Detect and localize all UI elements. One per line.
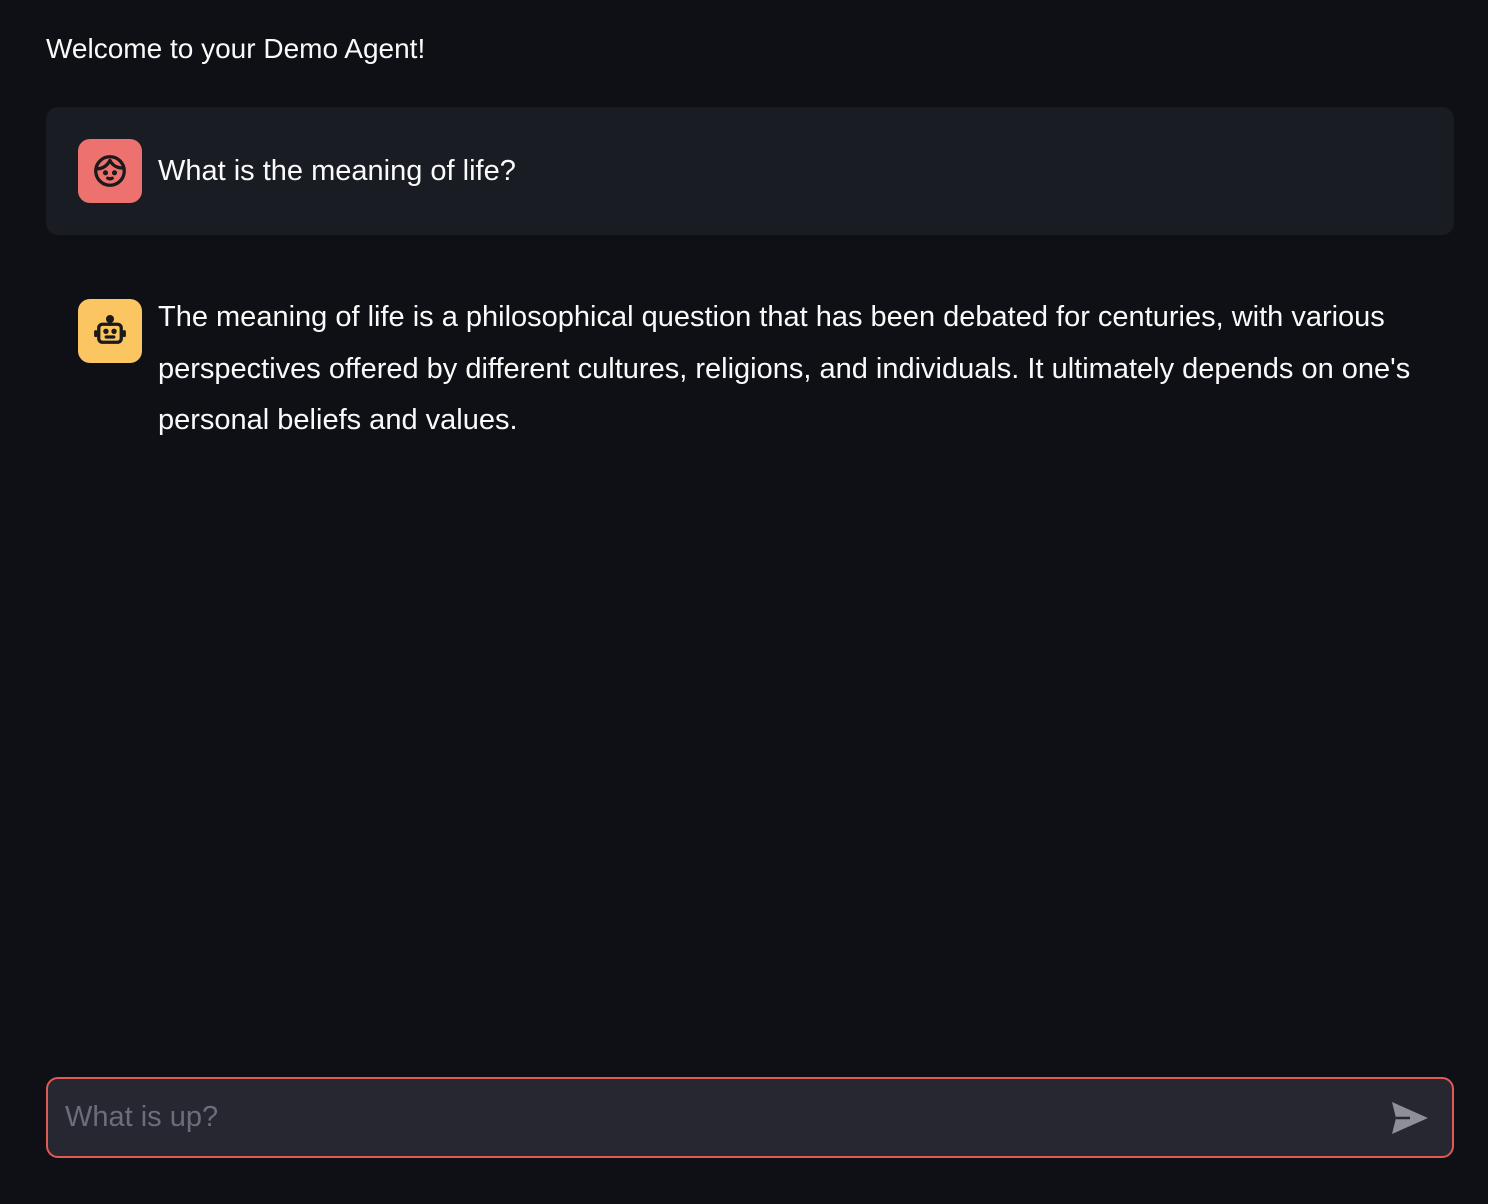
user-avatar: [78, 139, 142, 203]
send-icon: [1392, 1101, 1428, 1134]
user-face-icon: [94, 155, 126, 187]
welcome-heading: Welcome to your Demo Agent!: [46, 33, 426, 64]
chat-message-assistant: The meaning of life is a philosophical q…: [46, 267, 1454, 479]
send-button[interactable]: [1380, 1088, 1440, 1148]
assistant-avatar: [78, 299, 142, 363]
chat-input-container: [46, 1077, 1454, 1158]
message-text: The meaning of life is a philosophical q…: [158, 301, 1411, 436]
robot-icon: [94, 314, 126, 344]
chat-message-user: What is the meaning of life?: [46, 107, 1454, 235]
chat-input[interactable]: [48, 1079, 1380, 1156]
message-text: What is the meaning of life?: [158, 155, 516, 187]
